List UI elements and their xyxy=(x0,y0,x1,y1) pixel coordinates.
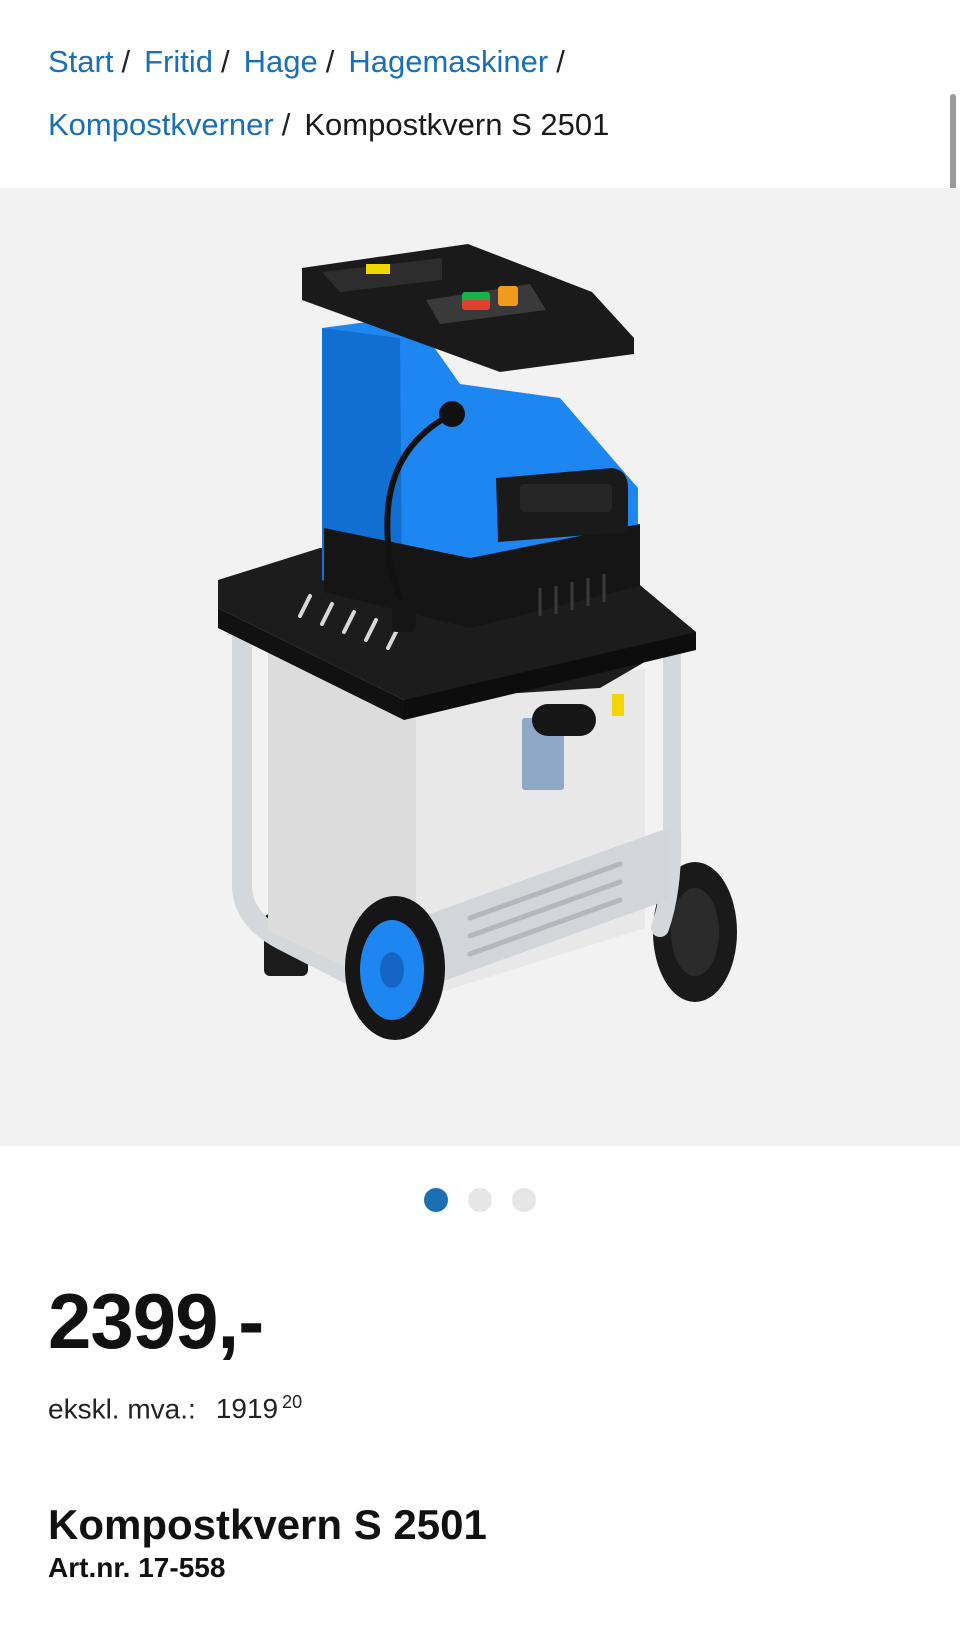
gallery-dot-2[interactable] xyxy=(468,1188,492,1212)
product-image-gallery[interactable] xyxy=(0,188,960,1146)
vat-decimals: 20 xyxy=(282,1392,303,1412)
breadcrumb-separator: / xyxy=(220,44,230,79)
breadcrumb-separator: / xyxy=(325,44,335,79)
price-excluding-vat: ekskl. mva.: 1919 20 xyxy=(48,1392,302,1425)
gallery-pagination xyxy=(0,1188,960,1212)
vat-value: 1919 xyxy=(215,1393,279,1425)
breadcrumb-separator: / xyxy=(121,44,131,79)
product-price: 2399,- xyxy=(48,1277,264,1365)
article-number: Art.nr. 17-558 xyxy=(48,1552,226,1583)
breadcrumb-separator: / xyxy=(281,107,291,142)
breadcrumb: Start / Fritid / Hage / Hagemaskiner / Kompostkv… xyxy=(48,30,908,156)
gallery-dot-3[interactable] xyxy=(512,1188,536,1212)
breadcrumb-link-kompostkverner[interactable]: Kompostkverner xyxy=(48,107,274,142)
breadcrumb-current: Kompostkvern S 2501 xyxy=(304,107,610,142)
product-image xyxy=(218,244,737,1040)
breadcrumb-link-hage[interactable]: Hage xyxy=(244,44,318,79)
breadcrumb-link-start[interactable]: Start xyxy=(48,44,113,79)
product-title: Kompostkvern S 2501 xyxy=(48,1501,487,1549)
breadcrumb-link-hagemaskiner[interactable]: Hagemaskiner xyxy=(348,44,548,79)
breadcrumb-separator: / xyxy=(556,44,565,79)
breadcrumb-link-fritid[interactable]: Fritid xyxy=(144,44,213,79)
gallery-dot-1[interactable] xyxy=(424,1188,448,1212)
vat-label: ekskl. mva.: xyxy=(48,1393,196,1425)
